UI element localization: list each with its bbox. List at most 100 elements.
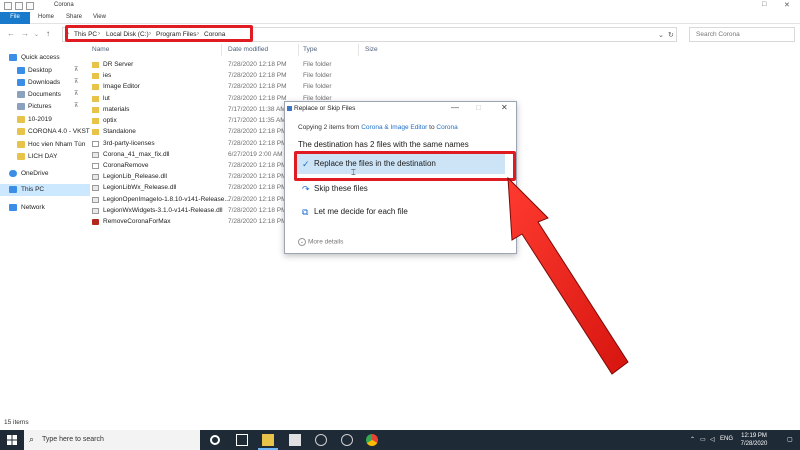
volume-icon[interactable]: ◁ [710,436,715,443]
new-folder-icon[interactable] [26,2,34,10]
nav-this-pc[interactable]: This PC [0,184,90,196]
tray-chevron-icon[interactable]: ⌃ [690,436,695,443]
skip-icon: ↷ [302,184,310,194]
option-highlight-box [294,151,516,181]
file-row-image-editor[interactable]: Image Editor 7/28/2020 12:18 PM File fol… [92,82,392,93]
nav-folder-10-2019[interactable]: 10-2019 [0,114,90,126]
column-date[interactable]: Date modified [228,46,268,53]
file-name: LegionOpenImageIo-1.8.10-v141-Release... [103,196,230,203]
address-dropdown-icon[interactable]: ⌄ [658,31,664,39]
more-details-toggle[interactable]: ⌄ More details [298,238,343,246]
column-type[interactable]: Type [303,46,317,53]
nav-documents[interactable]: Documents ⊼ [0,89,90,101]
folder-icon [92,118,99,124]
copy-source-link[interactable]: Corona & Image Editor [361,124,427,131]
app-icon[interactable] [341,434,353,446]
store-icon[interactable] [289,434,301,446]
nav-folder-hoc-vien[interactable]: Hoc vien Nham Tùn [0,139,90,151]
file-date: 7/28/2020 12:18 PM [228,196,287,203]
nav-desktop[interactable]: Desktop ⊼ [0,65,90,77]
search-icon: ⌕ [29,434,35,444]
tab-share[interactable]: Share [62,13,86,21]
nav-onedrive[interactable]: OneDrive [0,168,90,180]
pin-icon[interactable]: ⊼ [74,78,78,85]
search-input[interactable]: Search Corona [689,27,795,42]
address-highlight-box [65,25,253,42]
file-name: LegionLibWx_Release.dll [103,184,177,191]
copy-destination-link[interactable]: Corona [436,124,457,131]
desktop-icon [17,67,25,74]
option-label: Let me decide for each file [314,207,408,216]
file-date: 7/17/2020 11:38 AM [228,106,286,113]
notifications-icon[interactable]: ▢ [787,436,793,443]
nav-downloads[interactable]: Downloads ⊼ [0,77,90,89]
network-icon[interactable]: ▭ [700,436,706,443]
ribbon: File Home Share View [0,12,800,24]
copy-prefix: Copying 2 items from [298,124,360,131]
nav-pictures[interactable]: Pictures ⊼ [0,101,90,113]
close-icon[interactable]: ✕ [784,1,790,9]
tab-home[interactable]: Home [34,13,58,21]
network-icon [9,204,17,211]
nav-quick-access[interactable]: Quick access [0,52,90,64]
file-date: 7/28/2020 12:18 PM [228,184,287,191]
file-type: File folder [303,72,332,79]
app-icon[interactable] [315,434,327,446]
column-size[interactable]: Size [365,46,378,53]
star-icon [9,54,17,61]
file-row-ies[interactable]: ies 7/28/2020 12:18 PM File folder [92,71,392,82]
file-name: DR Server [103,61,134,68]
document-icon [92,141,99,147]
dll-file-icon [92,208,99,214]
file-explorer-icon[interactable] [262,434,274,446]
app-icon [4,2,12,10]
recent-locations-chevron-icon[interactable]: ⌄ [34,31,39,38]
back-arrow-icon[interactable]: ← [7,29,15,38]
clock-time: 12:19 PM [741,433,767,439]
option-label: Skip these files [314,184,368,193]
windows-start-icon[interactable] [0,430,24,450]
dll-file-icon [92,185,99,191]
chrome-icon[interactable] [366,434,378,446]
minimize-icon[interactable]: — [451,103,459,112]
pin-icon[interactable]: ⊼ [74,66,78,73]
language-indicator[interactable]: ENG [720,436,733,442]
pin-icon[interactable]: ⊼ [74,102,78,109]
dialog-title: Replace or Skip Files [294,105,356,112]
pin-icon[interactable]: ⊼ [74,90,78,97]
dll-file-icon [92,197,99,203]
tab-view[interactable]: View [89,13,110,21]
up-arrow-icon[interactable]: ↑ [46,29,50,38]
forward-arrow-icon[interactable]: → [21,29,29,38]
file-date: 7/28/2020 12:18 PM [228,128,287,135]
file-name: ies [103,72,112,79]
clock[interactable]: 12:19 PM 7/28/2020 [736,432,772,448]
skip-files-option[interactable]: ↷ Skip these files [297,179,505,199]
dialog-icon [287,106,292,111]
nav-folder-corona-vkst[interactable]: CORONA 4.0 - VKST [0,126,90,138]
tab-file[interactable]: File [0,12,30,24]
close-icon[interactable]: ✕ [501,103,508,112]
copy-summary: Copying 2 items from Corona & Image Edit… [298,124,458,131]
decide-each-file-option[interactable]: ⧉ Let me decide for each file [297,202,505,222]
task-view-icon[interactable] [236,434,248,446]
file-type: File folder [303,83,332,90]
nav-network[interactable]: Network [0,202,90,214]
file-name: Image Editor [103,83,140,90]
properties-icon[interactable] [15,2,23,10]
column-divider [298,44,299,56]
dll-file-icon [92,152,99,158]
file-row-dr-server[interactable]: DR Server 7/28/2020 12:18 PM File folder [92,60,392,71]
file-name: optix [103,117,117,124]
refresh-icon[interactable]: ↻ [668,31,674,39]
file-name: RemoveCoronaForMax [103,218,171,225]
status-item-count: 15 items [4,419,29,426]
taskbar-search-input[interactable]: ⌕ Type here to search [24,430,200,450]
maximize-icon[interactable]: □ [762,1,766,8]
cortana-icon[interactable] [210,435,220,445]
file-date: 7/28/2020 12:18 PM [228,218,287,225]
nav-folder-lich-day[interactable]: LICH DAY [0,151,90,163]
column-name[interactable]: Name [92,46,109,53]
arrow-shape [507,176,629,375]
column-divider [358,44,359,56]
